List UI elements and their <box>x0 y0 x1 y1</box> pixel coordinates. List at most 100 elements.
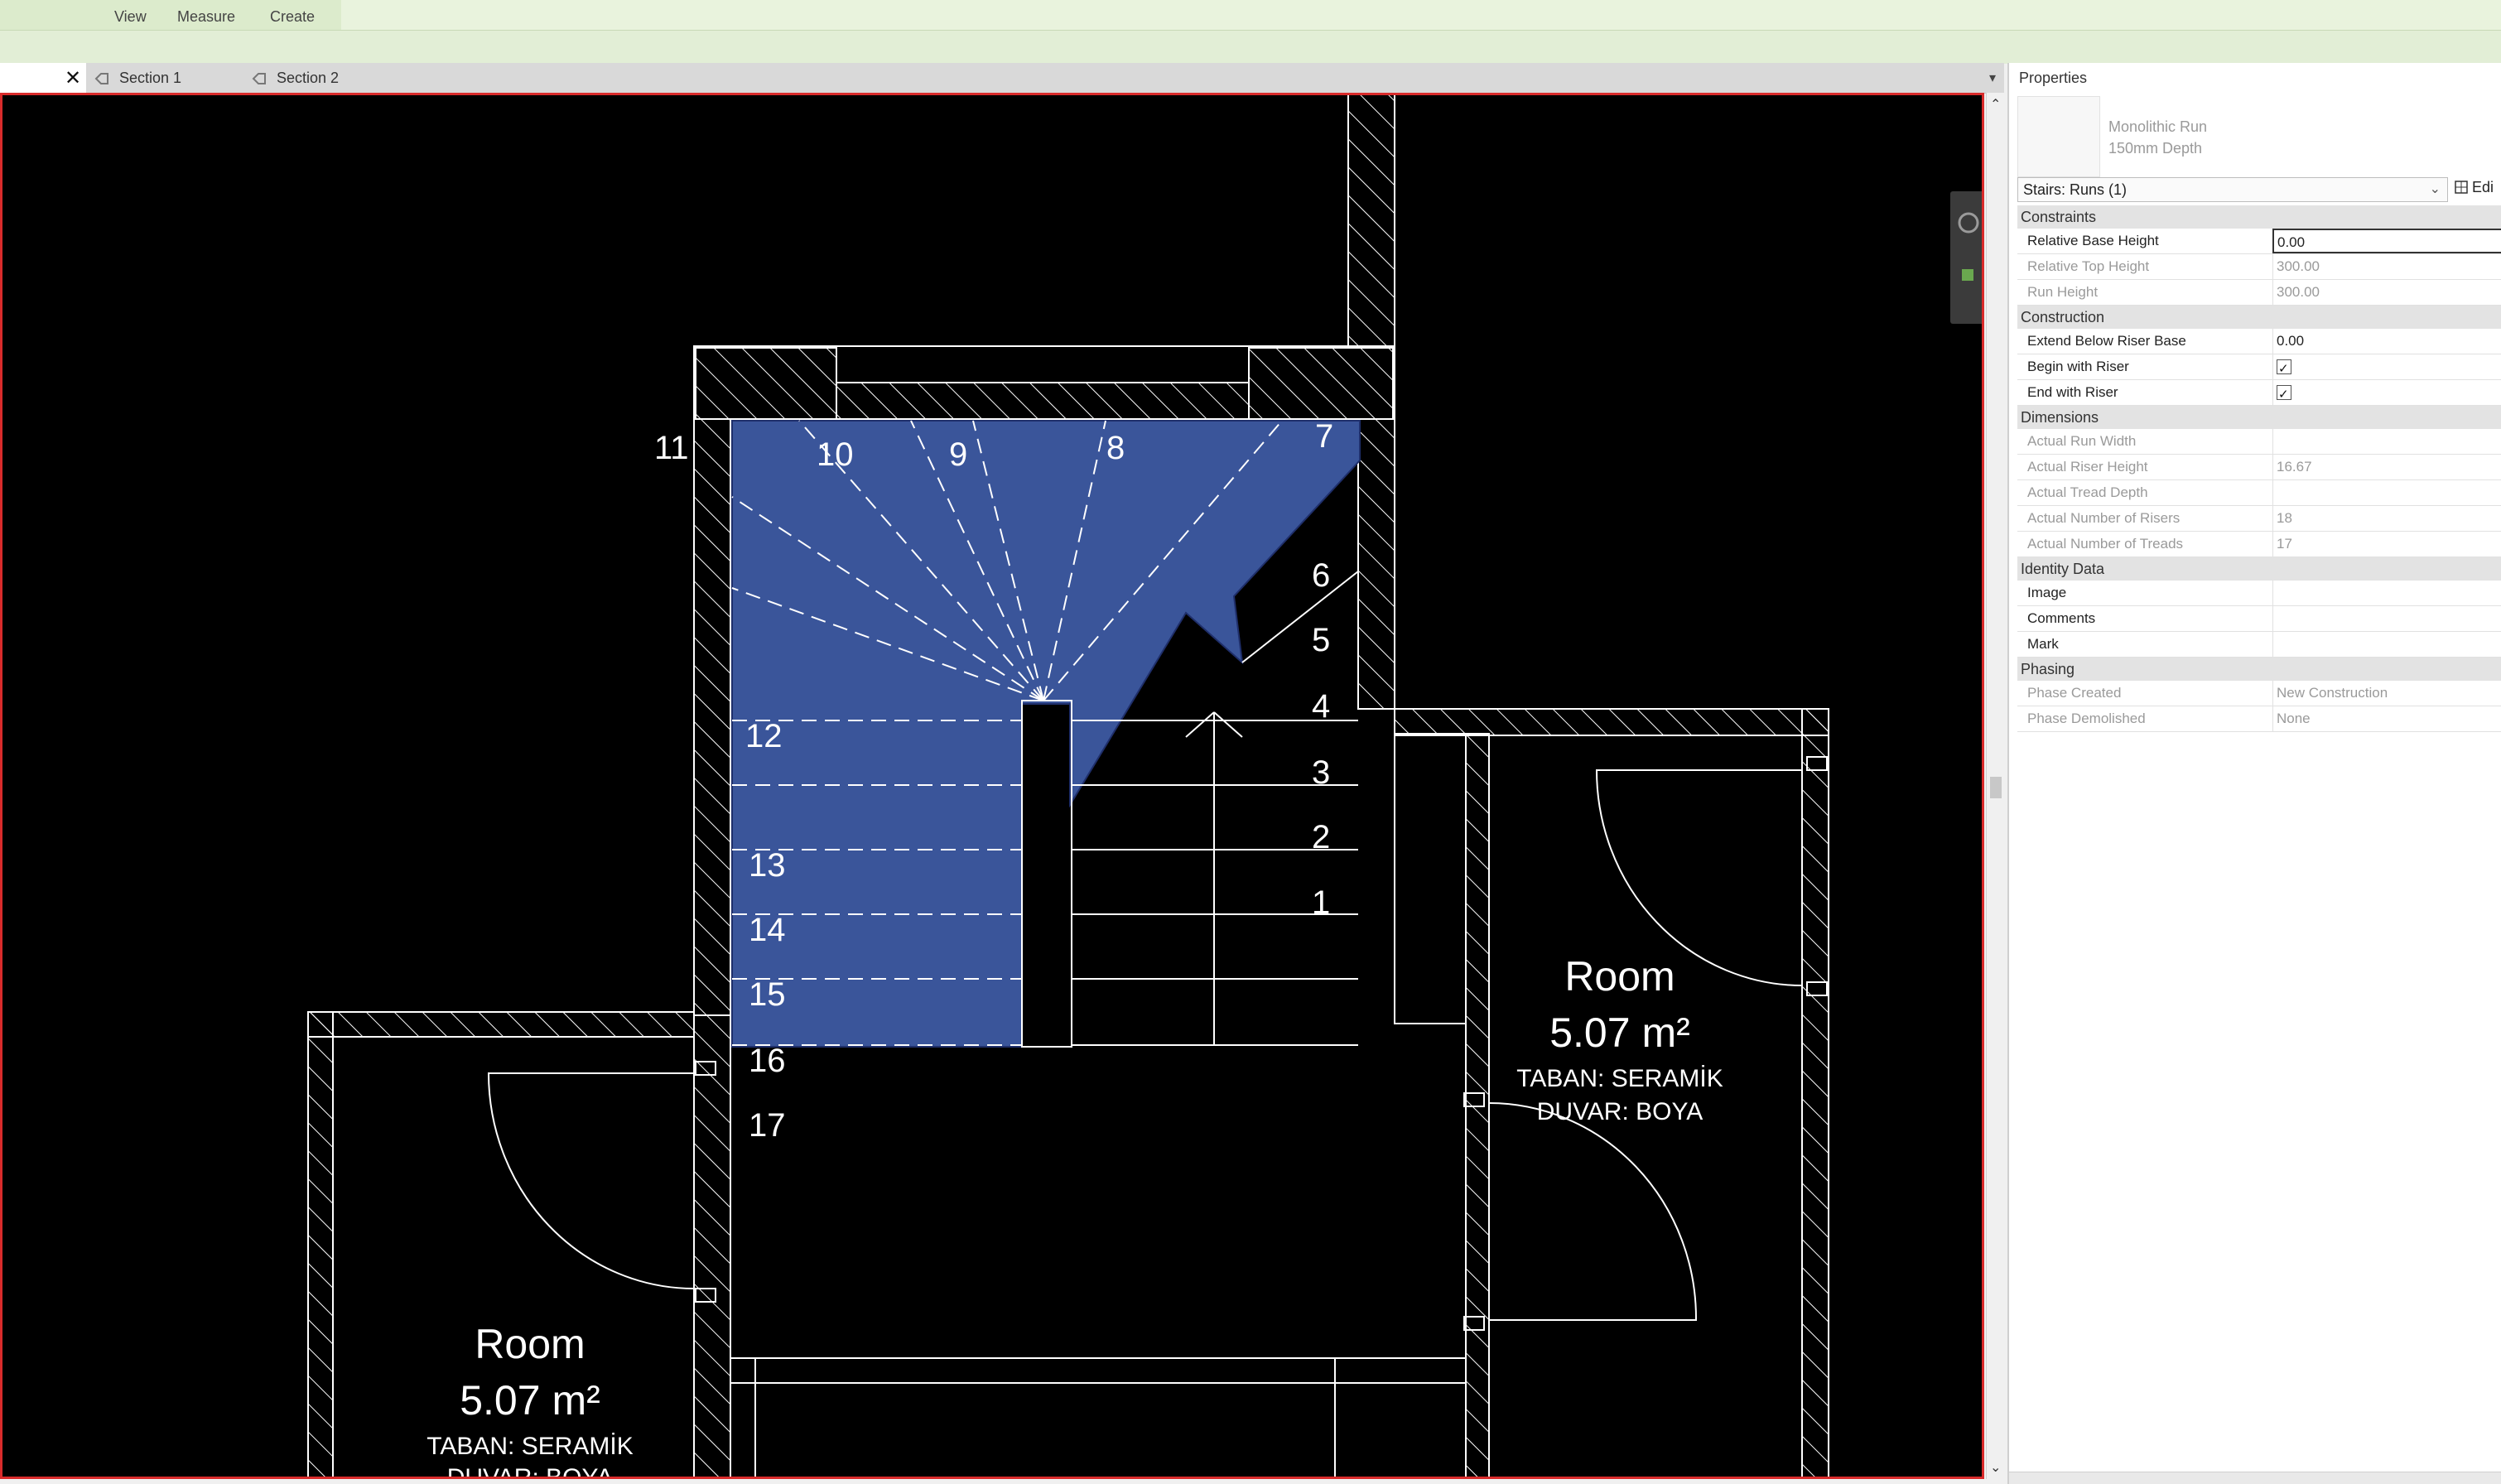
prop-value[interactable] <box>2272 632 2501 657</box>
wall-hall-bottom <box>730 1357 1467 1384</box>
prop-relative-top-height: Relative Top Height 300.00 <box>2017 254 2501 280</box>
room-name: Room <box>1564 953 1675 1000</box>
navigation-bar[interactable] <box>1950 191 1982 324</box>
prop-actual-run-width: Actual Run Width <box>2017 429 2501 455</box>
step-number: 6 <box>1312 557 1330 594</box>
prop-image[interactable]: Image <box>2017 581 2501 606</box>
step-number: 9 <box>949 436 967 473</box>
wall-left-room-side <box>307 1011 334 1477</box>
edit-type-icon <box>2455 181 2468 194</box>
group-identity-data[interactable]: Identity Data <box>2017 557 2501 581</box>
prop-name: Actual Number of Treads <box>2027 536 2184 552</box>
close-icon[interactable]: ✕ <box>65 66 81 90</box>
prop-name: Extend Below Riser Base <box>2027 333 2186 349</box>
prop-actual-number-of-treads: Actual Number of Treads 17 <box>2017 532 2501 557</box>
step-number: 11 <box>654 430 689 466</box>
wall-right-room-top <box>1394 708 1829 736</box>
prop-actual-tread-depth: Actual Tread Depth <box>2017 480 2501 506</box>
group-constraints[interactable]: Constraints <box>2017 205 2501 229</box>
ribbon-panel-create[interactable]: Create <box>270 8 315 26</box>
wall-right-room-side <box>1801 708 1829 1477</box>
room-tag-right[interactable]: Room 5.07 m² TABAN: SERAMİK DUVAR: BOYA <box>1516 953 1723 1125</box>
canvas-vertical-scrollbar[interactable]: ⌃ ⌄ <box>1986 93 2007 1479</box>
group-dimensions[interactable]: Dimensions <box>2017 406 2501 429</box>
wall-hatched <box>1347 95 1395 349</box>
room-tag-left[interactable]: Room 5.07 m² TABAN: SERAMİK DUVAR: BOYA <box>426 1321 634 1477</box>
wall-left-hatched <box>693 418 731 1016</box>
prop-name: Relative Base Height <box>2027 233 2159 248</box>
chevron-down-icon: ⌄ <box>2429 182 2441 196</box>
prop-value: New Construction <box>2272 681 2501 706</box>
room-wall-finish: DUVAR: BOYA <box>447 1464 614 1477</box>
step-number: 5 <box>1312 622 1330 658</box>
prop-value-input[interactable]: 0.00 <box>2272 229 2501 253</box>
scroll-down-icon[interactable]: ⌄ <box>1990 1459 2001 1476</box>
group-phasing[interactable]: Phasing <box>2017 658 2501 681</box>
tab-label: Section 2 <box>277 70 340 86</box>
prop-value <box>2272 480 2501 505</box>
edit-type-button[interactable]: Edi <box>2455 179 2494 196</box>
prop-name: Run Height <box>2027 284 2099 300</box>
ribbon-panel-measure[interactable]: Measure <box>177 8 235 26</box>
prop-phase-demolished: Phase Demolished None <box>2017 706 2501 732</box>
properties-palette: Properties Monolithic Run 150mm Depth St… <box>2007 63 2501 1484</box>
properties-table: Constraints Relative Base Height 0.00 Rel… <box>2017 205 2501 732</box>
step-number: 12 <box>745 718 783 754</box>
view-tab-bar: ✕ Section 1 Section 2 ▾ <box>0 63 2004 94</box>
prop-comments[interactable]: Comments <box>2017 606 2501 632</box>
scrollbar-thumb[interactable] <box>1990 777 2002 798</box>
prop-name: Image <box>2027 585 2067 600</box>
ribbon-panel-view[interactable]: View <box>114 8 147 26</box>
tab-label: Section 1 <box>119 70 182 86</box>
hall-lower <box>754 1357 1336 1477</box>
element-filter-dropdown[interactable]: Stairs: Runs (1) ⌄ <box>2017 177 2448 202</box>
group-construction[interactable]: Construction <box>2017 306 2501 329</box>
prop-name: Actual Run Width <box>2027 433 2137 449</box>
prop-value: 300.00 <box>2272 254 2501 279</box>
prop-value[interactable]: 0.00 <box>2272 329 2501 354</box>
prop-name: End with Riser <box>2027 384 2118 400</box>
prop-mark[interactable]: Mark <box>2017 632 2501 658</box>
steering-wheel-icon[interactable] <box>1958 212 1979 234</box>
stair-run-selected[interactable] <box>731 420 1361 1048</box>
step-number: 16 <box>749 1043 786 1079</box>
begin-with-riser-checkbox[interactable] <box>2277 357 2291 382</box>
room-floor-finish: TABAN: SERAMİK <box>426 1433 634 1460</box>
wall-right-hatched <box>1357 418 1395 710</box>
properties-title: Properties <box>2019 70 2088 86</box>
prop-value[interactable] <box>2272 581 2501 605</box>
prop-extend-below-riser-base[interactable]: Extend Below Riser Base 0.00 <box>2017 329 2501 354</box>
end-with-riser-checkbox[interactable] <box>2277 383 2291 407</box>
prop-end-with-riser[interactable]: End with Riser <box>2017 380 2501 407</box>
prop-value[interactable] <box>2272 606 2501 631</box>
scroll-up-icon[interactable]: ⌃ <box>1990 96 2001 113</box>
tab-section-2[interactable]: Section 2 <box>252 63 339 93</box>
step-number: 7 <box>1315 418 1333 455</box>
room-wall-finish: DUVAR: BOYA <box>1537 1098 1703 1125</box>
type-preview-image <box>2017 96 2100 177</box>
zoom-icon[interactable] <box>1962 269 1973 281</box>
prop-value <box>2272 429 2501 454</box>
section-view-icon <box>94 73 108 85</box>
prop-relative-base-height[interactable]: Relative Base Height 0.00 <box>2017 229 2501 254</box>
prop-name: Phase Demolished <box>2027 711 2146 726</box>
type-selector[interactable]: Monolithic Run 150mm Depth <box>2108 116 2207 159</box>
step-number: 10 <box>817 436 854 473</box>
ribbon: View Measure Create <box>0 0 2501 30</box>
step-number: 14 <box>749 912 786 948</box>
prop-begin-with-riser[interactable]: Begin with Riser <box>2017 354 2501 382</box>
prop-actual-riser-height: Actual Riser Height 16.67 <box>2017 455 2501 480</box>
tabs-menu-icon[interactable]: ▾ <box>1989 70 1996 86</box>
prop-name: Comments <box>2027 610 2096 626</box>
tab-section-1[interactable]: Section 1 <box>94 63 181 93</box>
tab-active-view[interactable]: ✕ <box>0 63 86 93</box>
step-number: 3 <box>1312 754 1330 791</box>
step-number: 15 <box>749 976 786 1013</box>
floor-plan-drawing[interactable]: 1 2 3 4 5 6 7 8 9 10 11 12 13 14 15 16 1… <box>2 95 1982 1477</box>
step-number: 1 <box>1312 884 1330 921</box>
properties-footer <box>2009 1472 2501 1484</box>
closet <box>1394 733 1467 1024</box>
prop-actual-number-of-risers: Actual Number of Risers 18 <box>2017 506 2501 532</box>
edit-type-label: Edi <box>2472 179 2494 195</box>
drawing-canvas[interactable]: 1 2 3 4 5 6 7 8 9 10 11 12 13 14 15 16 1… <box>0 93 1984 1479</box>
